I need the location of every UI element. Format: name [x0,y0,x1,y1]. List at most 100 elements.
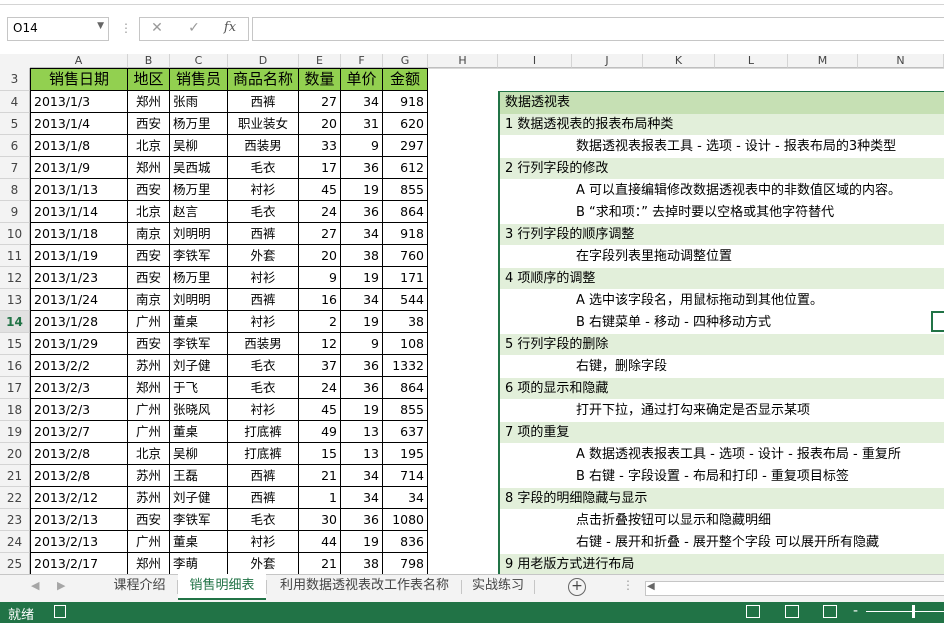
table-cell[interactable]: 918 [383,223,428,245]
table-cell[interactable]: 2013/1/3 [30,91,128,113]
table-cell[interactable]: 36 [341,509,383,531]
table-cell[interactable]: 2013/2/13 [30,531,128,553]
row-header-20[interactable]: 20 [0,443,30,465]
table-cell[interactable]: 34 [383,487,428,509]
table-cell[interactable]: 董桌 [170,421,228,443]
row-header-16[interactable]: 16 [0,355,30,377]
panel-section-heading[interactable]: 1 数据透视表的报表布局种类 [500,114,944,136]
chevron-down-icon[interactable]: ▼ [97,21,104,31]
row-header-6[interactable]: 6 [0,135,30,157]
table-cell[interactable]: 2013/1/18 [30,223,128,245]
panel-section-heading[interactable]: 7 项的重复 [500,422,944,444]
table-cell[interactable]: 李萌 [170,553,228,575]
table-cell[interactable]: 李铁军 [170,509,228,531]
table-cell[interactable]: 毛衣 [228,509,299,531]
normal-view-icon[interactable] [746,605,760,618]
row-header-9[interactable]: 9 [0,201,30,223]
table-cell[interactable]: 836 [383,531,428,553]
panel-section-heading[interactable]: 3 行列字段的顺序调整 [500,224,944,246]
table-cell[interactable]: 38 [341,245,383,267]
table-cell[interactable]: 西裤 [228,223,299,245]
table-cell[interactable]: 16 [299,289,341,311]
table-cell[interactable]: 衬衫 [228,267,299,289]
table-cell[interactable]: 918 [383,91,428,113]
table-cell[interactable]: 2013/1/29 [30,333,128,355]
table-cell[interactable]: 西安 [128,113,170,135]
table-header-cell[interactable]: 金额 [383,68,428,91]
table-cell[interactable]: 2013/2/3 [30,399,128,421]
table-cell[interactable]: 广州 [128,399,170,421]
panel-note-line[interactable]: 右键，删除字段 [500,356,944,378]
table-cell[interactable]: 2013/1/14 [30,201,128,223]
table-cell[interactable]: 外套 [228,245,299,267]
table-cell[interactable]: 毛衣 [228,201,299,223]
table-cell[interactable]: 19 [341,179,383,201]
panel-note-line[interactable]: 右键 - 展开和折叠 - 展开整个字段 可以展开所有隐藏 [500,532,944,554]
tab-scroll-left-icon[interactable]: ◀ [31,579,39,592]
table-header-cell[interactable]: 商品名称 [228,68,299,91]
table-cell[interactable]: 广州 [128,421,170,443]
table-cell[interactable]: 董桌 [170,531,228,553]
panel-note-line[interactable]: B 右键 - 字段设置 - 布局和打印 - 重复项目标签 [500,466,944,488]
table-cell[interactable]: 外套 [228,553,299,575]
table-cell[interactable]: 苏州 [128,355,170,377]
panel-note-line[interactable]: 点击折叠按钮可以显示和隐藏明细 [500,510,944,532]
insert-function-icon[interactable]: fx [219,18,241,38]
table-cell[interactable]: 620 [383,113,428,135]
zoom-out-icon[interactable]: - [853,603,858,619]
table-cell[interactable]: 637 [383,421,428,443]
horizontal-scrollbar[interactable] [645,581,944,596]
table-header-cell[interactable]: 单价 [341,68,383,91]
name-box[interactable]: O14 ▼ [7,17,109,41]
column-header-d[interactable]: D [228,54,299,68]
table-header-cell[interactable]: 销售员 [170,68,228,91]
table-cell[interactable]: 毛衣 [228,157,299,179]
table-cell[interactable]: 西安 [128,245,170,267]
row-header-11[interactable]: 11 [0,245,30,267]
table-cell[interactable]: 刘明明 [170,289,228,311]
column-header-c[interactable]: C [170,54,228,68]
column-header-f[interactable]: F [341,54,383,68]
row-header-21[interactable]: 21 [0,465,30,487]
table-cell[interactable]: 西安 [128,333,170,355]
panel-section-heading[interactable]: 8 字段的明细隐藏与显示 [500,488,944,510]
table-cell[interactable]: 2013/1/13 [30,179,128,201]
row-header-7[interactable]: 7 [0,157,30,179]
table-cell[interactable]: 杨万里 [170,267,228,289]
table-cell[interactable]: 郑州 [128,553,170,575]
page-layout-view-icon[interactable] [785,605,799,618]
panel-section-heading[interactable]: 4 项顺序的调整 [500,268,944,290]
table-cell[interactable]: 2013/1/28 [30,311,128,333]
row-header-8[interactable]: 8 [0,179,30,201]
table-cell[interactable]: 44 [299,531,341,553]
table-cell[interactable]: 2013/2/2 [30,355,128,377]
table-cell[interactable]: 张雨 [170,91,228,113]
column-header-g[interactable]: G [383,54,428,68]
formula-input[interactable] [252,17,944,41]
table-cell[interactable]: 2013/1/8 [30,135,128,157]
cancel-icon[interactable]: ✕ [146,18,168,38]
table-cell[interactable]: 855 [383,179,428,201]
table-cell[interactable]: 苏州 [128,465,170,487]
table-cell[interactable]: 郑州 [128,157,170,179]
panel-section-heading[interactable]: 9 用老版方式进行布局 [500,554,944,576]
table-cell[interactable]: 北京 [128,443,170,465]
table-cell[interactable]: 西安 [128,267,170,289]
row-header-4[interactable]: 4 [0,91,30,113]
panel-note-line[interactable]: A 选中该字段名，用鼠标拖动到其他位置。 [500,290,944,312]
column-header-b[interactable]: B [128,54,170,68]
table-cell[interactable]: 36 [341,157,383,179]
table-cell[interactable]: 34 [341,465,383,487]
table-cell[interactable]: 714 [383,465,428,487]
table-cell[interactable]: 衬衫 [228,179,299,201]
table-cell[interactable]: 49 [299,421,341,443]
table-cell[interactable]: 195 [383,443,428,465]
table-cell[interactable]: 刘子健 [170,355,228,377]
table-cell[interactable]: 27 [299,223,341,245]
table-cell[interactable]: 广州 [128,311,170,333]
table-cell[interactable]: 12 [299,333,341,355]
column-header-k[interactable]: K [643,54,715,68]
column-header-m[interactable]: M [788,54,858,68]
table-cell[interactable]: 衬衫 [228,531,299,553]
table-cell[interactable]: 34 [341,487,383,509]
